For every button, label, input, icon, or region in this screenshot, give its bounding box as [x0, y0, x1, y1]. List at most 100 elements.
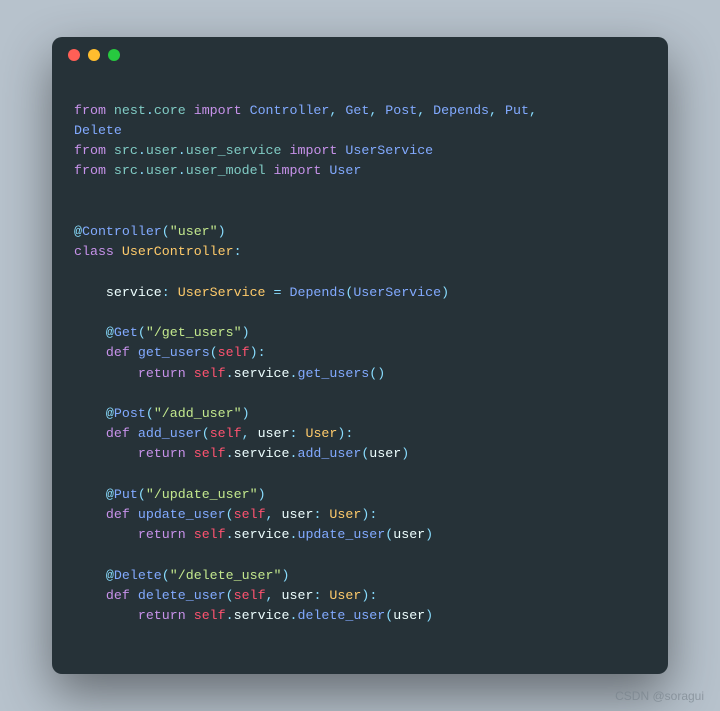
- code-token: @: [106, 487, 114, 502]
- code-token: ): [218, 224, 226, 239]
- code-token: return: [138, 608, 186, 623]
- code-token: User: [305, 426, 337, 441]
- code-token: [186, 103, 194, 118]
- code-token: [266, 285, 274, 300]
- code-line: @Get("/get_users"): [74, 323, 646, 343]
- code-token: [266, 163, 274, 178]
- code-token: service: [234, 366, 290, 381]
- watermark: CSDN @soragui: [615, 689, 704, 703]
- code-token: [130, 588, 138, 603]
- code-token: [425, 103, 433, 118]
- code-token: Get: [114, 325, 138, 340]
- code-token: "/update_user": [146, 487, 258, 502]
- code-token: User: [329, 507, 361, 522]
- code-token: update_user: [297, 527, 385, 542]
- code-token: service: [234, 608, 290, 623]
- code-token: .: [138, 163, 146, 178]
- code-token: (: [210, 345, 218, 360]
- code-token: [74, 446, 138, 461]
- code-token: UserService: [178, 285, 266, 300]
- code-token: from: [74, 143, 106, 158]
- code-token: .: [178, 163, 186, 178]
- code-token: [106, 163, 114, 178]
- code-token: [186, 446, 194, 461]
- code-token: "/get_users": [146, 325, 242, 340]
- code-token: [497, 103, 505, 118]
- code-token: user: [146, 163, 178, 178]
- code-line: return self.service.update_user(user): [74, 525, 646, 545]
- code-token: (: [146, 406, 154, 421]
- code-token: (: [162, 224, 170, 239]
- code-line: @Controller("user"): [74, 222, 646, 242]
- code-token: User: [329, 588, 361, 603]
- code-line: [74, 262, 646, 282]
- code-token: self: [194, 527, 226, 542]
- code-token: return: [138, 446, 186, 461]
- maximize-icon[interactable]: [108, 49, 120, 61]
- code-token: self: [234, 507, 266, 522]
- code-token: self: [234, 588, 266, 603]
- code-token: :: [345, 426, 353, 441]
- code-token: import: [290, 143, 338, 158]
- code-token: Depends: [289, 285, 345, 300]
- code-token: self: [194, 446, 226, 461]
- code-token: (: [202, 426, 210, 441]
- code-token: .: [226, 446, 234, 461]
- titlebar: [52, 37, 668, 73]
- code-token: [250, 426, 258, 441]
- code-line: def get_users(self):: [74, 343, 646, 363]
- code-token: ,: [266, 588, 274, 603]
- code-token: service: [106, 285, 162, 300]
- code-token: return: [138, 527, 186, 542]
- code-token: :: [369, 507, 377, 522]
- code-line: from src.user.user_model import User: [74, 161, 646, 181]
- code-token: .: [226, 527, 234, 542]
- code-token: [106, 103, 114, 118]
- code-token: [186, 527, 194, 542]
- code-token: ): [441, 285, 449, 300]
- code-line: Delete: [74, 121, 646, 141]
- code-token: ,: [266, 507, 274, 522]
- code-token: add_user: [297, 446, 361, 461]
- code-token: get_users: [297, 366, 369, 381]
- code-token: (: [138, 487, 146, 502]
- close-icon[interactable]: [68, 49, 80, 61]
- code-line: @Delete("/delete_user"): [74, 566, 646, 586]
- code-token: self: [210, 426, 242, 441]
- code-token: update_user: [138, 507, 226, 522]
- code-token: Controller: [82, 224, 162, 239]
- code-token: [130, 345, 138, 360]
- code-token: self: [194, 608, 226, 623]
- code-token: .: [138, 143, 146, 158]
- code-token: core: [154, 103, 186, 118]
- code-token: .: [226, 366, 234, 381]
- code-token: Put: [505, 103, 529, 118]
- code-token: [74, 426, 106, 441]
- code-token: def: [106, 507, 130, 522]
- code-line: [74, 202, 646, 222]
- code-token: [242, 103, 250, 118]
- code-token: ): [282, 568, 290, 583]
- code-token: user: [282, 507, 314, 522]
- code-token: [130, 426, 138, 441]
- code-line: @Post("/add_user"): [74, 404, 646, 424]
- code-token: Get: [345, 103, 369, 118]
- code-token: self: [194, 366, 226, 381]
- code-token: User: [329, 163, 361, 178]
- code-token: @: [74, 224, 82, 239]
- code-token: ,: [489, 103, 497, 118]
- code-token: =: [274, 285, 282, 300]
- code-line: [74, 384, 646, 404]
- code-token: [74, 406, 106, 421]
- minimize-icon[interactable]: [88, 49, 100, 61]
- code-token: Post: [114, 406, 146, 421]
- code-token: ): [242, 325, 250, 340]
- code-token: Delete: [74, 123, 122, 138]
- code-token: [74, 588, 106, 603]
- code-token: [170, 285, 178, 300]
- code-token: def: [106, 426, 130, 441]
- code-token: UserController: [122, 244, 234, 259]
- code-line: [74, 303, 646, 323]
- code-token: [274, 507, 282, 522]
- code-token: [106, 143, 114, 158]
